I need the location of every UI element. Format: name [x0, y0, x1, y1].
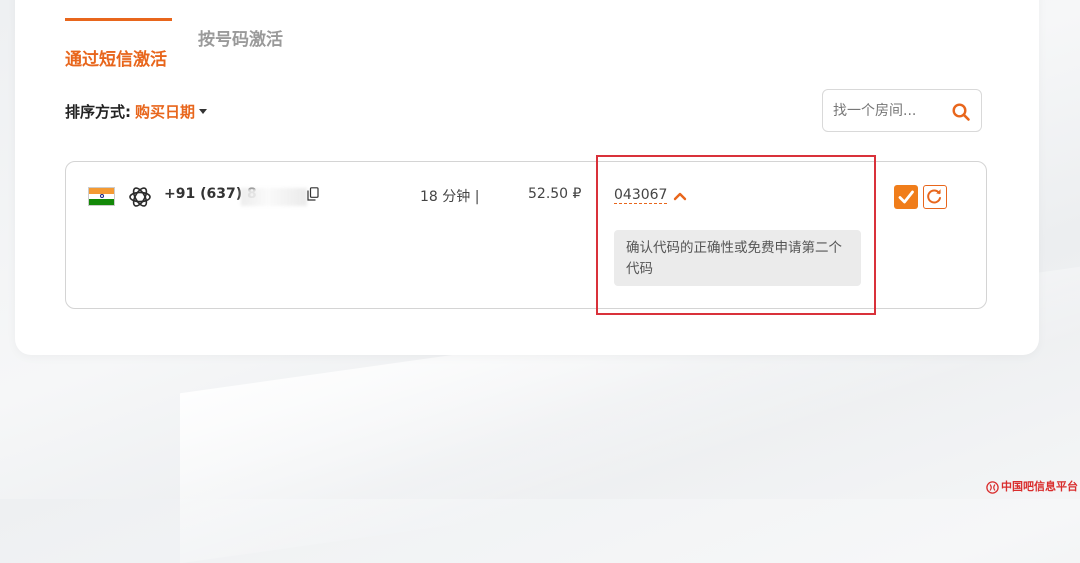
- confirm-button[interactable]: [894, 185, 918, 209]
- sort-control: 排序方式: 购买日期: [65, 101, 208, 122]
- search-box: [822, 89, 982, 132]
- search-icon[interactable]: [951, 102, 971, 122]
- price: 52.50 ₽: [528, 186, 582, 202]
- check-icon: [898, 190, 914, 204]
- copy-icon[interactable]: [307, 187, 319, 201]
- search-input[interactable]: [833, 100, 943, 122]
- redacted-digits: [241, 188, 307, 206]
- tab-sms-activation[interactable]: 通过短信激活: [65, 18, 172, 70]
- india-flag-icon: [88, 187, 115, 206]
- request-new-code-button[interactable]: [923, 185, 947, 209]
- caret-down-icon[interactable]: [199, 108, 208, 114]
- watermark-logo-icon: [986, 480, 999, 494]
- watermark-text: 中国吧信息平台: [1001, 480, 1078, 493]
- refresh-icon: [927, 189, 941, 204]
- sort-dropdown[interactable]: 购买日期: [135, 103, 195, 121]
- sort-label: 排序方式:: [65, 103, 131, 121]
- tab-number-activation[interactable]: 按号码激活: [198, 18, 283, 50]
- watermark: 中国吧信息平台: [986, 478, 1078, 494]
- chevron-up-icon[interactable]: [673, 191, 687, 201]
- sms-code[interactable]: 043067: [614, 187, 668, 204]
- code-tooltip: 确认代码的正确性或免费申请第二个代码: [614, 230, 861, 286]
- openai-icon: [129, 187, 151, 207]
- elapsed-time: 18 分钟 |: [420, 189, 480, 205]
